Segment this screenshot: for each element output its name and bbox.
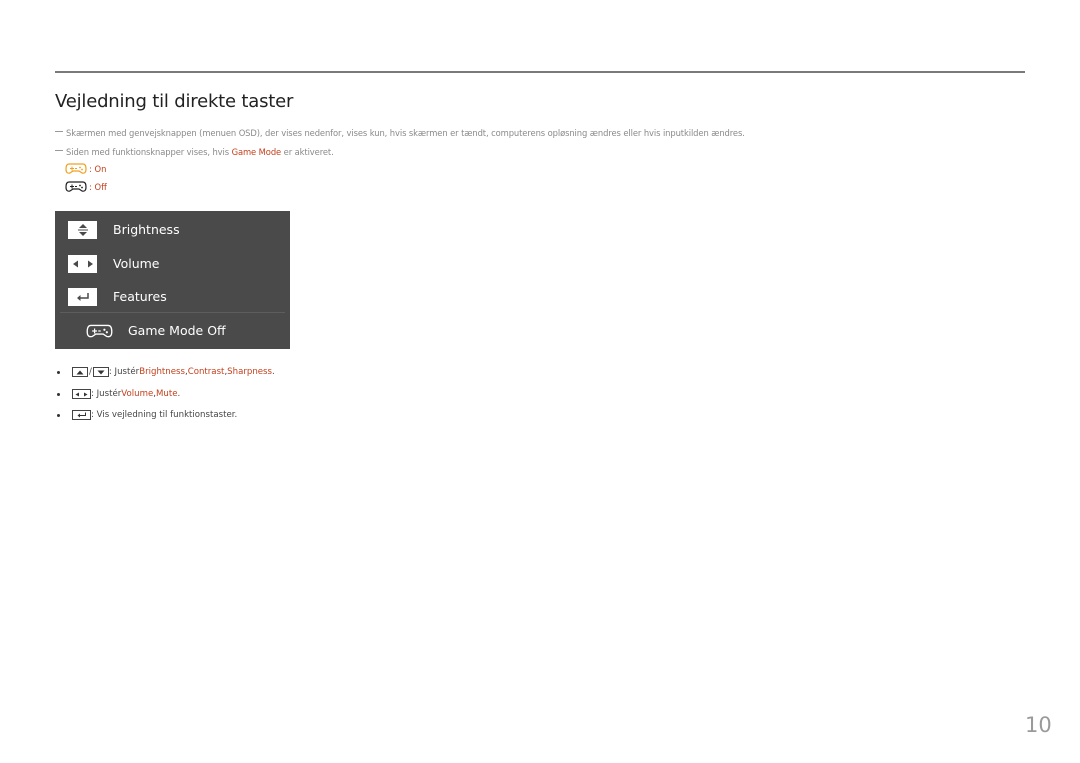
osd-label: Features: [113, 289, 167, 304]
sharpness-link: Sharpness: [227, 367, 273, 377]
bullet-text: : Justér: [91, 389, 122, 399]
osd-item-features[interactable]: Features: [55, 280, 290, 313]
legend-on-label: : On: [89, 163, 107, 174]
bullet-dot: [57, 413, 60, 417]
gamepad-on-icon: [65, 163, 87, 174]
game-mode-link: Game Mode: [231, 147, 282, 157]
bullet-text: : Vis vejledning til funktionstaster.: [91, 410, 238, 420]
osd-label: Brightness: [113, 222, 180, 237]
header-rule: [55, 71, 1025, 73]
mute-link: Mute: [155, 389, 178, 399]
bullet-left-right: : Justér Volume, Mute.: [55, 389, 180, 399]
legend-on: : On: [65, 162, 106, 175]
game-mode-label: Game Mode Off: [128, 323, 226, 338]
osd-item-game-mode[interactable]: Game Mode Off: [55, 314, 290, 347]
bullet-enter: : Vis vejledning til funktionstaster.: [55, 410, 237, 420]
gamepad-icon: [86, 324, 113, 337]
osd-menu: Brightness Volume Features Game Mode Off: [55, 211, 290, 349]
suffix: .: [272, 367, 275, 377]
up-key-icon: [72, 367, 88, 377]
suffix: .: [177, 389, 181, 399]
osd-label: Volume: [113, 256, 160, 271]
up-down-arrows-icon: [68, 220, 97, 239]
note-game-mode: Siden med funktionsknapper vises, hvis G…: [55, 147, 334, 157]
bullet-up-down: / : Justér Brightness, Contrast, Sharpne…: [55, 367, 275, 377]
note-text: Siden med funktionsknapper vises, hvis: [66, 147, 232, 157]
enter-icon: [68, 287, 97, 306]
osd-divider: [60, 312, 285, 313]
legend-off: : Off: [65, 180, 107, 193]
note-text: Skærmen med genvejsknappen (menuen OSD),…: [66, 128, 745, 138]
note-dash: [55, 131, 63, 132]
bullet-dot: [57, 392, 60, 396]
page-title: Vejledning til direkte taster: [55, 91, 294, 112]
note-dash: [55, 150, 63, 151]
page-number: 10: [1025, 713, 1052, 737]
osd-item-volume[interactable]: Volume: [55, 247, 290, 280]
left-right-key-icon: [72, 389, 91, 399]
gamepad-off-icon: [65, 181, 87, 192]
bullet-text: : Justér: [108, 367, 140, 377]
volume-link: Volume: [121, 389, 154, 399]
note-osd: Skærmen med genvejsknappen (menuen OSD),…: [55, 128, 745, 138]
bullet-dot: [57, 370, 60, 374]
contrast-link: Contrast: [187, 367, 225, 377]
osd-item-brightness[interactable]: Brightness: [55, 213, 290, 246]
note-text: er aktiveret.: [281, 147, 334, 157]
brightness-link: Brightness: [139, 367, 185, 377]
down-key-icon: [92, 367, 109, 377]
left-right-arrows-icon: [68, 254, 97, 273]
legend-off-label: : Off: [89, 181, 107, 192]
slash: /: [89, 367, 92, 377]
enter-key-icon: [72, 410, 91, 420]
